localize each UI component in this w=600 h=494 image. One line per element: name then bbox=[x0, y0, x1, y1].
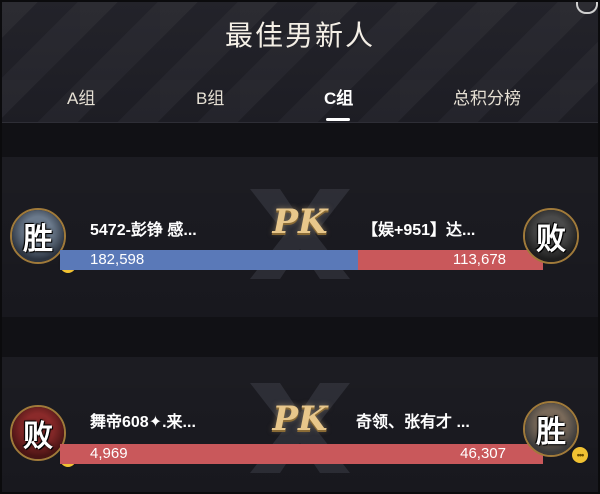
score-bar: 4,969 46,307 bbox=[60, 444, 543, 464]
divider bbox=[0, 123, 600, 157]
score-right: 46,307 bbox=[460, 445, 506, 462]
player-name-left: 舞帝608✦.来... bbox=[90, 414, 196, 431]
tab-group-a[interactable]: A组 bbox=[67, 84, 95, 109]
player-name-right: 奇领、张有才 ... bbox=[356, 414, 470, 431]
score-bar-right bbox=[358, 250, 543, 270]
winner-badge: 胜 bbox=[536, 415, 566, 450]
avatar-left-1[interactable]: 胜 bbox=[10, 208, 66, 264]
player-name-right: 【娱+951】达... bbox=[362, 222, 476, 239]
score-left: 4,969 bbox=[90, 445, 128, 462]
avatar-right-1[interactable]: 败 bbox=[523, 208, 579, 264]
avatar-left-2[interactable]: 败 bbox=[10, 405, 66, 461]
chat-bubble-icon[interactable]: ••• bbox=[570, 445, 590, 465]
tab-total-ranking[interactable]: 总积分榜 bbox=[453, 84, 521, 109]
tab-group-c[interactable]: C组 bbox=[324, 84, 353, 109]
loser-badge: 败 bbox=[23, 419, 53, 454]
active-tab-indicator bbox=[326, 118, 350, 121]
match-card-1[interactable]: PK 胜 ••• 5472-彭铮 感... 【娱+951】达... 182,59… bbox=[0, 157, 600, 317]
score-right: 113,678 bbox=[452, 251, 506, 268]
player-name-left: 5472-彭铮 感... bbox=[90, 222, 197, 239]
score-left: 182,598 bbox=[90, 251, 145, 268]
divider bbox=[0, 317, 600, 357]
pk-label: PK bbox=[272, 202, 328, 242]
tab-bar: A组 B组 C组 总积分榜 bbox=[0, 80, 600, 120]
winner-badge: 胜 bbox=[23, 222, 53, 257]
score-bar: 182,598 113,678 bbox=[60, 250, 543, 270]
match-card-2[interactable]: PK 败 ••• 舞帝608✦.来... 奇领、张有才 ... 4,969 46… bbox=[0, 357, 600, 494]
tab-group-b[interactable]: B组 bbox=[196, 84, 224, 109]
loser-badge: 败 bbox=[536, 222, 566, 257]
page-title: 最佳男新人 bbox=[224, 20, 375, 51]
pk-label: PK bbox=[272, 399, 328, 439]
